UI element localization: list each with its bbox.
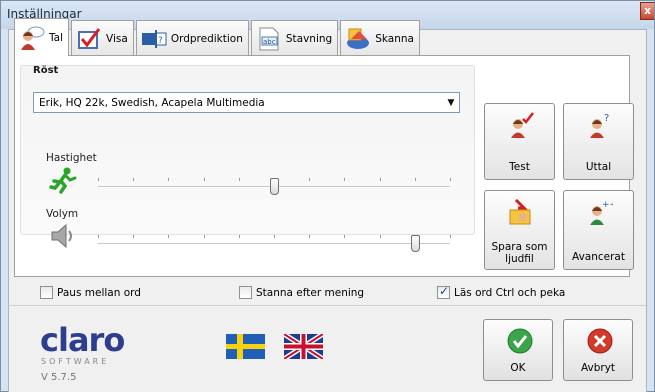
running-person-icon	[48, 166, 78, 194]
slider-tick	[133, 235, 134, 238]
volume-slider-thumb[interactable]	[411, 235, 420, 252]
svg-text:?: ?	[158, 36, 163, 46]
text-field-icon: ?	[141, 26, 167, 52]
speed-slider-thumb[interactable]	[270, 178, 279, 195]
speed-label: Hastighet	[46, 152, 97, 164]
tab-strip: Tal Visa ? Ordprediktion abc Stavning Sk…	[14, 18, 422, 56]
slider-tick	[204, 235, 205, 238]
pronunciation-icon: ?	[587, 112, 613, 138]
tab-label: Tal	[49, 31, 64, 44]
tab-stavning[interactable]: abc Stavning	[250, 20, 339, 56]
slider-tick	[309, 178, 310, 181]
voice-select[interactable]: Erik, HQ 22k, Swedish, Acapela Multimedi…	[33, 92, 460, 113]
claro-logo: claro	[40, 321, 125, 359]
pronunciation-button-label: Uttal	[585, 161, 612, 173]
volume-label: Volym	[46, 208, 79, 220]
slider-tick	[168, 235, 169, 238]
save-audio-button-label: Spara som ljudfil	[485, 241, 554, 265]
chevron-down-icon[interactable]: ▼	[443, 93, 459, 112]
ok-button-label: OK	[510, 362, 526, 374]
slider-tick	[98, 178, 99, 181]
slider-tick	[168, 178, 169, 181]
british-flag-icon[interactable]	[282, 331, 325, 362]
slider-tick	[239, 178, 240, 181]
svg-text:abc: abc	[263, 38, 276, 46]
slider-tick	[450, 178, 451, 181]
test-button-label: Test	[509, 161, 530, 173]
swedish-flag-icon[interactable]	[226, 334, 265, 359]
pause-between-words-checkbox[interactable]	[40, 286, 53, 299]
close-button[interactable]: x	[640, 2, 654, 20]
voice-group	[20, 65, 475, 235]
slider-tick	[380, 178, 381, 181]
stop-after-sentence-checkbox[interactable]	[239, 286, 252, 299]
slider-tick	[274, 235, 275, 238]
pause-between-words-option[interactable]: Paus mellan ord	[40, 286, 141, 299]
speak-test-icon	[508, 112, 534, 138]
claro-logo-sub: SOFTWARE	[41, 357, 110, 366]
spelling-icon: abc	[256, 26, 282, 52]
cancel-button-label: Avbryt	[580, 362, 616, 374]
tab-label: Skanna	[375, 32, 414, 45]
slider-tick	[344, 178, 345, 181]
scan-icon	[345, 26, 371, 52]
tab-tal[interactable]: Tal	[14, 18, 70, 56]
tab-label: Stavning	[285, 32, 333, 45]
footer-separator	[8, 305, 646, 306]
slider-tick	[309, 235, 310, 238]
svg-text:?: ?	[604, 113, 609, 124]
read-ctrl-point-label: Läs ord Ctrl och peka	[454, 286, 566, 299]
advanced-icon: ++	[587, 199, 617, 225]
checkmark-icon	[76, 26, 102, 52]
version-label: V 5.7.5	[41, 372, 77, 383]
pause-between-words-label: Paus mellan ord	[57, 286, 141, 299]
slider-tick	[450, 235, 451, 238]
volume-slider-ticks	[98, 235, 451, 239]
tab-visa[interactable]: Visa	[71, 20, 134, 56]
voice-group-label: Röst	[33, 65, 59, 76]
tab-label: Ordprediktion	[170, 32, 243, 45]
tab-skanna[interactable]: Skanna	[340, 20, 420, 56]
read-ctrl-point-option[interactable]: Läs ord Ctrl och peka	[437, 284, 566, 299]
slider-tick	[415, 178, 416, 181]
save-audio-label-line2: ljudfil	[505, 253, 534, 265]
stop-after-sentence-option[interactable]: Stanna efter mening	[239, 286, 364, 299]
speaker-person-icon	[19, 25, 45, 51]
slider-tick	[133, 178, 134, 181]
slider-tick	[204, 178, 205, 181]
save-audio-label-line1: Spara som	[491, 241, 548, 253]
ok-check-icon	[507, 328, 533, 354]
voice-select-value: Erik, HQ 22k, Swedish, Acapela Multimedi…	[39, 96, 265, 109]
test-button[interactable]: Test	[484, 103, 555, 180]
advanced-button[interactable]: ++ Avancerat	[563, 190, 634, 270]
tab-label: Visa	[106, 32, 128, 45]
save-audio-icon	[508, 198, 534, 225]
advanced-button-label: Avancerat	[572, 251, 625, 263]
speaker-icon	[50, 222, 76, 250]
cancel-x-icon	[587, 328, 613, 354]
tab-ordprediktion[interactable]: ? Ordprediktion	[135, 20, 249, 56]
svg-text:++: ++	[602, 200, 613, 210]
save-audio-button[interactable]: Spara som ljudfil	[484, 190, 555, 270]
slider-tick	[344, 235, 345, 238]
slider-tick	[380, 235, 381, 238]
pronunciation-button[interactable]: ? Uttal	[563, 103, 634, 180]
cancel-button[interactable]: Avbryt	[563, 319, 633, 381]
read-ctrl-point-checkbox[interactable]	[437, 284, 450, 299]
stop-after-sentence-label: Stanna efter mening	[256, 286, 365, 299]
ok-button[interactable]: OK	[483, 319, 553, 381]
slider-tick	[239, 235, 240, 238]
slider-tick	[98, 235, 99, 238]
volume-slider-track[interactable]	[98, 243, 450, 245]
